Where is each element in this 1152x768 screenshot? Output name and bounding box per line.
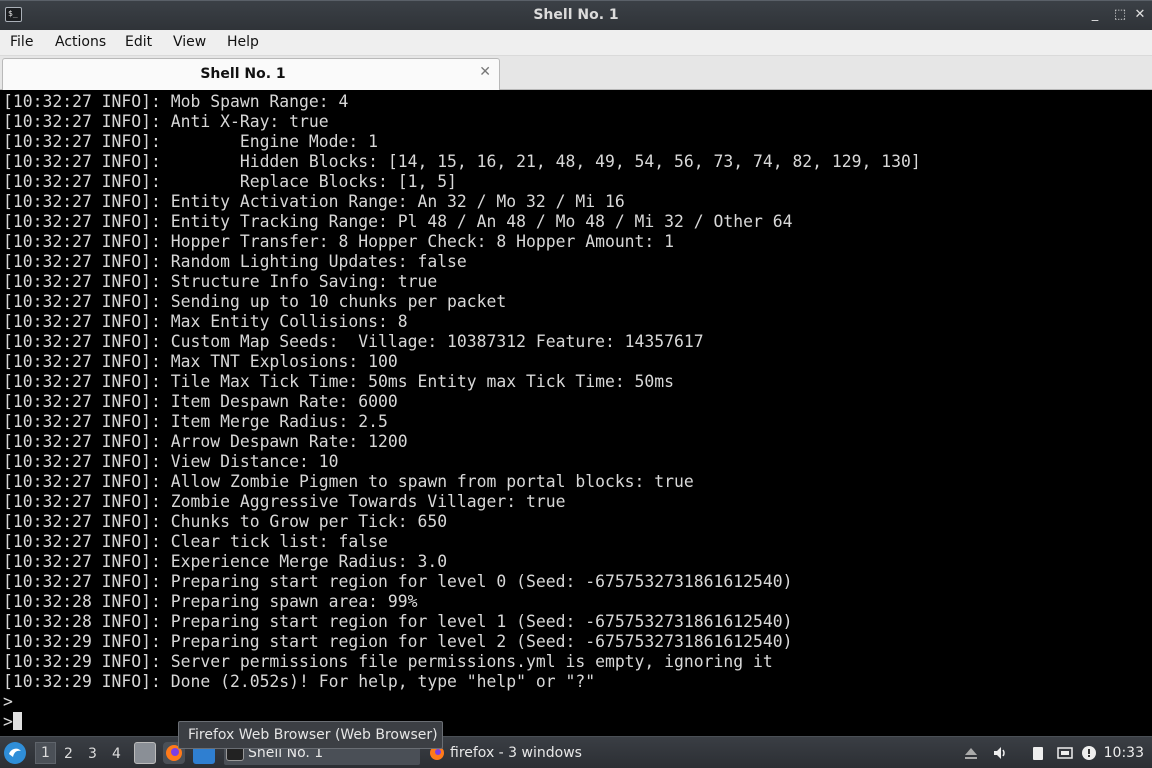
terminal-line: [10:32:27 INFO]: Anti X-Ray: true bbox=[3, 112, 329, 131]
menu-view[interactable]: View bbox=[173, 34, 206, 50]
menu-edit[interactable]: Edit bbox=[125, 34, 152, 50]
terminal-line: [10:32:27 INFO]: View Distance: 10 bbox=[3, 452, 339, 471]
terminal-line: [10:32:27 INFO]: Zombie Aggressive Towar… bbox=[3, 492, 566, 511]
terminal-line: [10:32:29 INFO]: Preparing start region … bbox=[3, 632, 793, 651]
terminal-lines: [10:32:27 INFO]: Mob Spawn Range: 4 [10:3… bbox=[3, 92, 1152, 692]
terminal-line: [10:32:27 INFO]: Hidden Blocks: [14, 15,… bbox=[3, 152, 921, 171]
task-firefox[interactable]: firefox - 3 windows bbox=[426, 741, 606, 765]
file-manager-icon[interactable] bbox=[134, 742, 156, 764]
terminal-line: [10:32:27 INFO]: Mob Spawn Range: 4 bbox=[3, 92, 349, 111]
terminal-line: [10:32:27 INFO]: Clear tick list: false bbox=[3, 532, 388, 551]
terminal-scrollbar[interactable] bbox=[1148, 91, 1152, 734]
terminal-line: [10:32:29 INFO]: Done (2.052s)! For help… bbox=[3, 672, 596, 691]
terminal-line: [10:32:27 INFO]: Random Lighting Updates… bbox=[3, 252, 467, 271]
terminal-line: [10:32:27 INFO]: Custom Map Seeds: Villa… bbox=[3, 332, 704, 351]
terminal-line: [10:32:28 INFO]: Preparing start region … bbox=[3, 612, 793, 631]
eject-icon[interactable] bbox=[963, 745, 979, 761]
tab-bar: Shell No. 1 ✕ bbox=[0, 56, 1152, 90]
terminal-line: [10:32:27 INFO]: Structure Info Saving: … bbox=[3, 272, 438, 291]
input-line[interactable]: > bbox=[3, 712, 1152, 732]
network-icon[interactable] bbox=[1057, 745, 1073, 761]
terminal-line: [10:32:28 INFO]: Preparing spawn area: 9… bbox=[3, 592, 418, 611]
tooltip: Firefox Web Browser (Web Browser) bbox=[178, 721, 443, 749]
clipboard-icon[interactable] bbox=[1030, 745, 1046, 761]
minimize-button[interactable]: _ bbox=[1085, 5, 1105, 25]
terminal-line: [10:32:27 INFO]: Engine Mode: 1 bbox=[3, 132, 378, 151]
window-title: Shell No. 1 bbox=[533, 7, 619, 23]
terminal-line: [10:32:27 INFO]: Chunks to Grow per Tick… bbox=[3, 512, 448, 531]
terminal-line: [10:32:27 INFO]: Max TNT Explosions: 100 bbox=[3, 352, 398, 371]
terminal-line: [10:32:27 INFO]: Entity Tracking Range: … bbox=[3, 212, 793, 231]
terminal-line: [10:32:29 INFO]: Server permissions file… bbox=[3, 652, 773, 671]
tab-label: Shell No. 1 bbox=[200, 66, 286, 82]
workspace-4[interactable]: 4 bbox=[112, 746, 121, 762]
workspace-3[interactable]: 3 bbox=[88, 746, 97, 762]
terminal-line: [10:32:27 INFO]: Arrow Despawn Rate: 120… bbox=[3, 432, 408, 451]
terminal-line: [10:32:27 INFO]: Tile Max Tick Time: 50m… bbox=[3, 372, 675, 391]
terminal-line: [10:32:27 INFO]: Item Merge Radius: 2.5 bbox=[3, 412, 388, 431]
prompt-symbol: > bbox=[3, 692, 13, 711]
notification-icon[interactable] bbox=[1081, 745, 1097, 761]
prompt-symbol: > bbox=[3, 712, 13, 731]
menu-help[interactable]: Help bbox=[227, 34, 259, 50]
task-label: firefox - 3 windows bbox=[450, 745, 582, 761]
terminal-line: [10:32:27 INFO]: Replace Blocks: [1, 5] bbox=[3, 172, 457, 191]
workspace-1[interactable]: 1 bbox=[35, 742, 56, 764]
start-menu-icon[interactable] bbox=[4, 742, 26, 764]
terminal-line: [10:32:27 INFO]: Max Entity Collisions: … bbox=[3, 312, 408, 331]
text-cursor bbox=[12, 712, 22, 730]
terminal-line: [10:32:27 INFO]: Experience Merge Radius… bbox=[3, 552, 448, 571]
terminal-line: [10:32:27 INFO]: Sending up to 10 chunks… bbox=[3, 292, 507, 311]
close-button[interactable]: ✕ bbox=[1130, 5, 1150, 25]
terminal-line: [10:32:27 INFO]: Allow Zombie Pigmen to … bbox=[3, 472, 694, 491]
menu-actions[interactable]: Actions bbox=[55, 34, 106, 50]
taskbar: 1 2 3 4 Shell No. 1 firefox - 3 windows … bbox=[0, 736, 1152, 768]
terminal-line: [10:32:27 INFO]: Entity Activation Range… bbox=[3, 192, 625, 211]
tab-shell-1[interactable]: Shell No. 1 ✕ bbox=[2, 58, 500, 90]
menu-file[interactable]: File bbox=[10, 34, 33, 50]
window-titlebar: $_ Shell No. 1 _ ⬚ ✕ bbox=[0, 0, 1152, 30]
volume-icon[interactable] bbox=[992, 745, 1008, 761]
terminal-line: [10:32:27 INFO]: Hopper Transfer: 8 Hopp… bbox=[3, 232, 675, 251]
menu-bar: File Actions Edit View Help bbox=[0, 30, 1152, 56]
workspace-2[interactable]: 2 bbox=[64, 746, 73, 762]
terminal-line: [10:32:27 INFO]: Preparing start region … bbox=[3, 572, 793, 591]
clock[interactable]: 10:33 bbox=[1104, 745, 1144, 761]
tab-close-icon[interactable]: ✕ bbox=[479, 64, 491, 80]
prompt-line: > bbox=[3, 692, 1152, 712]
terminal-output[interactable]: [10:32:27 INFO]: Mob Spawn Range: 4 [10:3… bbox=[0, 91, 1152, 734]
terminal-line: [10:32:27 INFO]: Item Despawn Rate: 6000 bbox=[3, 392, 398, 411]
maximize-button[interactable]: ⬚ bbox=[1110, 5, 1130, 25]
